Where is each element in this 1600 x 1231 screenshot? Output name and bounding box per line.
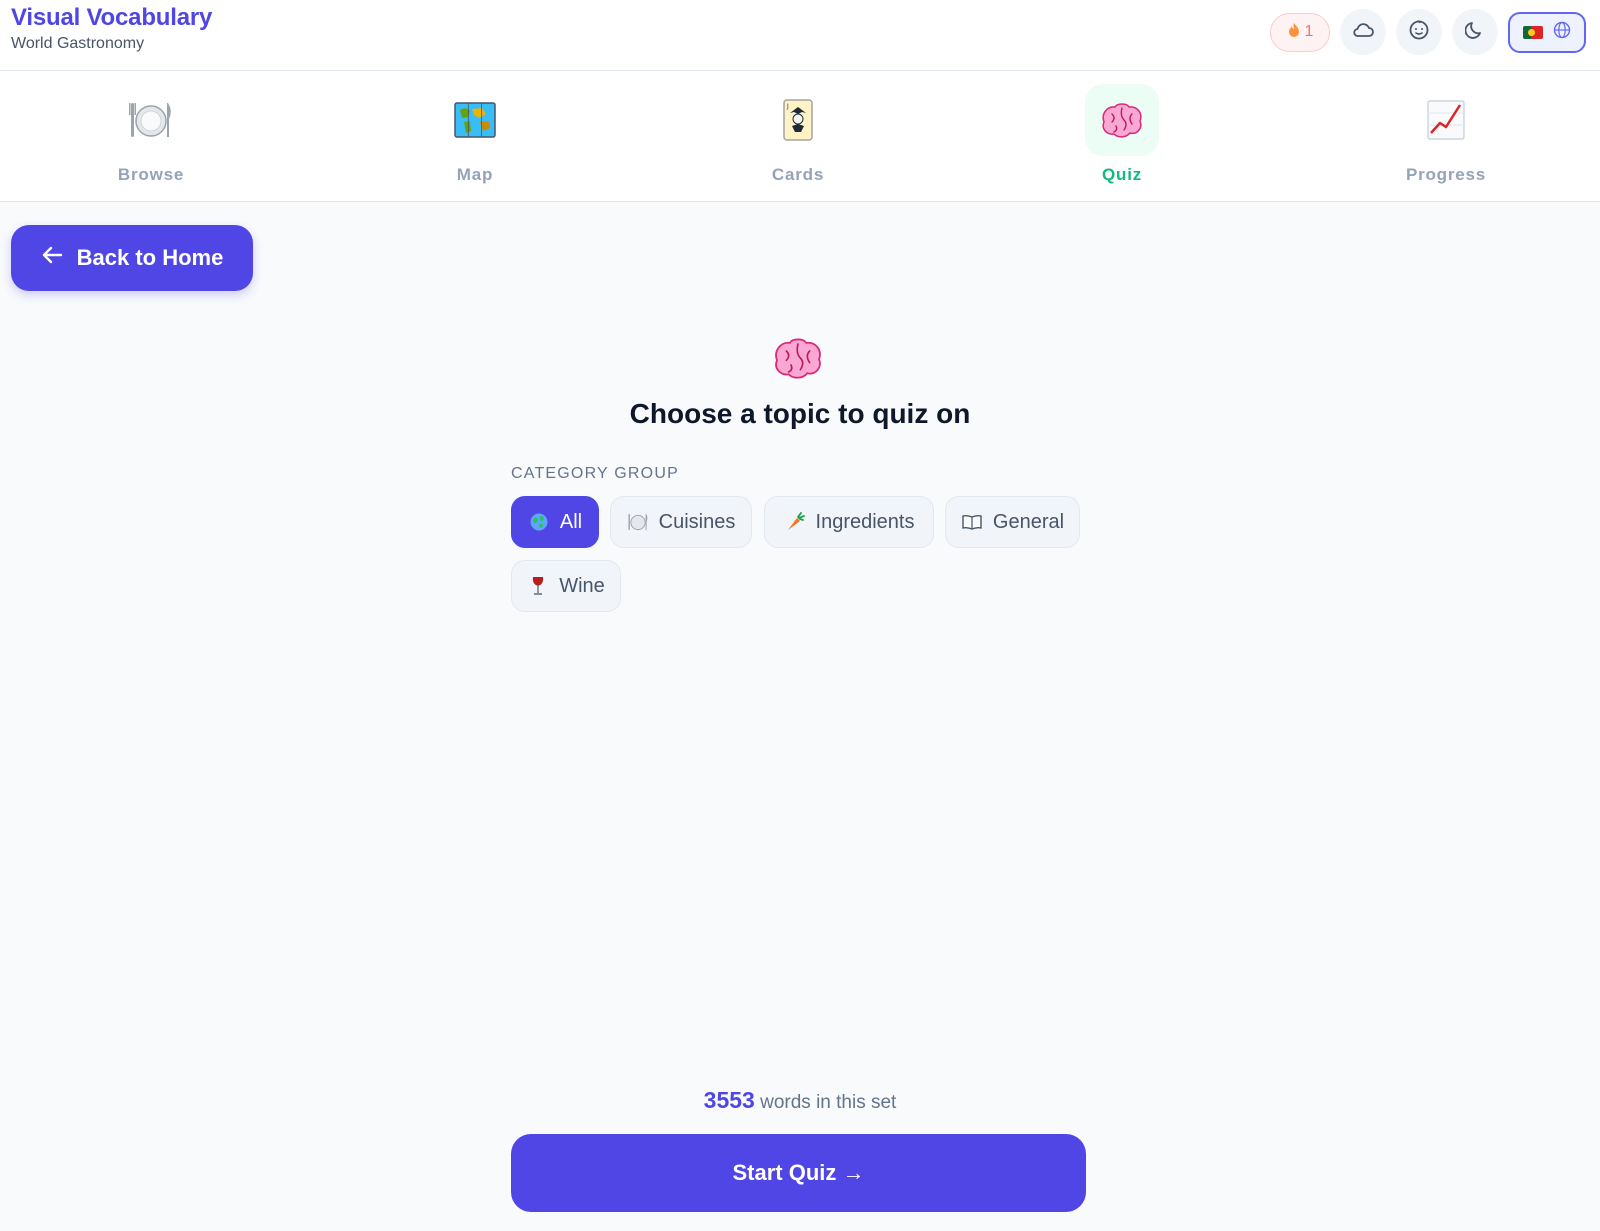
brain-icon	[1085, 84, 1159, 156]
carrot-icon	[784, 511, 806, 533]
tab-browse[interactable]: Browse	[51, 71, 251, 202]
tab-cards-label: Cards	[771, 165, 825, 184]
chip-wine[interactable]: Wine	[511, 560, 621, 612]
chip-ingredients-label: Ingredients	[815, 510, 915, 533]
globe-icon	[1553, 21, 1571, 44]
app-subtitle: World Gastronomy	[11, 35, 145, 52]
tab-progress-label: Progress	[1405, 165, 1487, 184]
chart-increasing-icon	[1409, 84, 1483, 156]
app-title[interactable]: Visual Vocabulary	[11, 4, 212, 32]
svg-text:J: J	[786, 103, 789, 110]
chip-all-label: All	[559, 510, 583, 533]
tab-progress[interactable]: Progress	[1346, 71, 1546, 202]
word-count-suffix: words in this set	[760, 1092, 897, 1113]
tab-quiz-label: Quiz	[1101, 165, 1143, 184]
chip-all[interactable]: All	[511, 496, 599, 548]
brain-icon	[770, 333, 826, 383]
category-group-label: CATEGORY GROUP	[511, 465, 679, 482]
cloud-sync-button[interactable]	[1340, 9, 1386, 55]
start-quiz-label: Start Quiz →	[732, 1160, 865, 1185]
header-actions: 1	[1270, 9, 1586, 55]
word-count-number: 3553	[703, 1087, 755, 1113]
plate-icon	[627, 511, 649, 533]
cloud-icon	[1352, 22, 1374, 43]
moon-icon	[1464, 20, 1485, 45]
baby-face-icon	[1408, 19, 1430, 46]
main-nav: Browse Map J Cards Quiz Progress	[0, 71, 1600, 202]
book-icon	[961, 511, 983, 533]
flame-icon	[1287, 22, 1301, 43]
brand: Visual Vocabulary World Gastronomy	[11, 4, 212, 53]
tab-quiz[interactable]: Quiz	[1022, 71, 1222, 202]
globe-icon	[528, 511, 550, 533]
joker-card-icon: J	[761, 84, 835, 156]
back-to-home-label: Back to Home	[76, 245, 224, 270]
streak-badge[interactable]: 1	[1270, 12, 1330, 52]
word-count-summary: 3553 words in this set	[0, 1087, 1600, 1114]
chip-wine-label: Wine	[559, 574, 605, 597]
chip-general-label: General	[992, 510, 1065, 533]
tab-cards[interactable]: J Cards	[698, 71, 898, 202]
arrow-left-icon	[41, 245, 63, 271]
app-header: Visual Vocabulary World Gastronomy 1	[0, 0, 1600, 71]
back-to-home-button[interactable]: Back to Home	[11, 225, 253, 291]
dark-mode-toggle[interactable]	[1452, 9, 1498, 55]
chip-cuisines[interactable]: Cuisines	[610, 496, 752, 548]
chip-ingredients[interactable]: Ingredients	[764, 496, 934, 548]
start-quiz-button[interactable]: Start Quiz →	[511, 1134, 1086, 1212]
tab-map-label: Map	[456, 165, 494, 184]
plate-icon	[114, 84, 188, 156]
world-map-icon	[438, 84, 512, 156]
language-selector[interactable]	[1508, 11, 1586, 53]
chip-cuisines-label: Cuisines	[658, 510, 736, 533]
tab-map[interactable]: Map	[375, 71, 575, 202]
streak-count: 1	[1304, 23, 1314, 40]
portugal-flag-icon	[1523, 25, 1543, 39]
chip-general[interactable]: General	[945, 496, 1080, 548]
tab-browse-label: Browse	[117, 165, 185, 184]
page-title: Choose a topic to quiz on	[629, 398, 971, 429]
kid-mode-button[interactable]	[1396, 9, 1442, 55]
wine-glass-icon	[527, 575, 549, 597]
